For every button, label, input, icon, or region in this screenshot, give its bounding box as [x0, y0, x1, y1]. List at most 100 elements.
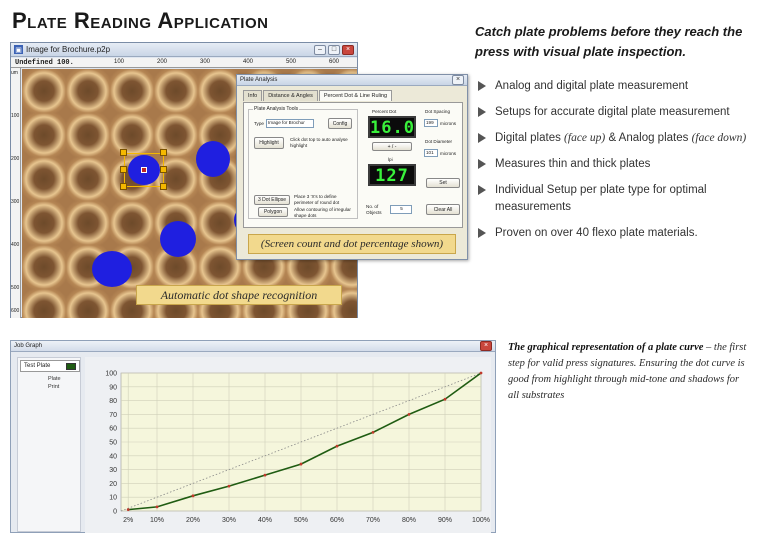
- close-icon[interactable]: ×: [452, 75, 464, 85]
- feature-text: Individual Setup per plate type for opti…: [495, 184, 707, 213]
- highlight-button[interactable]: Highlight: [254, 137, 284, 149]
- ruler-tick: 300: [11, 199, 20, 205]
- measured-dot[interactable]: [160, 221, 196, 257]
- analysis-tools-title: Plate Analysis Tools: [253, 106, 300, 112]
- measured-dot[interactable]: [196, 141, 230, 177]
- ruler-tick: 400: [11, 242, 20, 248]
- legend-plate: Plate: [48, 376, 61, 382]
- analysis-tabs: Info Distance & Angles Percent Dot & Lin…: [237, 86, 467, 101]
- ruler-label: Undefined 100.: [15, 59, 74, 67]
- close-icon[interactable]: ×: [480, 341, 492, 351]
- y-tick-label: 40: [109, 453, 117, 460]
- resize-handle[interactable]: [120, 149, 127, 156]
- y-tick-label: 70: [109, 412, 117, 419]
- dot-diameter-label: Dot Diameter: [425, 139, 453, 144]
- plate-analysis-titlebar[interactable]: Plate Analysis ×: [237, 75, 467, 86]
- y-tick-label: 0: [113, 509, 117, 516]
- x-tick-label: 60%: [330, 517, 344, 524]
- ruler-tick: 400: [243, 59, 254, 65]
- dot-spacing-field[interactable]: 199: [424, 119, 438, 127]
- x-tick-label: 100%: [472, 517, 490, 524]
- bullet-arrow-icon: [478, 185, 486, 195]
- dot-diameter-field[interactable]: 101: [424, 149, 438, 157]
- config-button[interactable]: Config: [328, 118, 352, 129]
- x-tick-label: 20%: [186, 517, 200, 524]
- x-tick-label: 30%: [222, 517, 236, 524]
- y-tick-label: 30: [109, 467, 117, 474]
- percent-dot-panel: Plate Analysis Tools Type Image for Broc…: [243, 102, 463, 228]
- dot-center-marker: [141, 167, 147, 173]
- y-tick-label: 20: [109, 481, 117, 488]
- image-window-titlebar[interactable]: ▣ Image for Brochure.p2p – □ ×: [11, 43, 357, 57]
- feature-text: & Analog plates: [605, 132, 692, 144]
- percent-dot-label: Percent Dot: [372, 109, 397, 114]
- measured-dot[interactable]: [92, 251, 132, 287]
- resize-handle[interactable]: [160, 149, 167, 156]
- image-window-title: Image for Brochure.p2p: [26, 45, 111, 54]
- x-tick-label: 40%: [258, 517, 272, 524]
- graph-caption-title: The graphical representation of a plate …: [508, 342, 704, 353]
- legend-panel: Test Plate Plate Print: [17, 357, 81, 532]
- resize-handle[interactable]: [120, 166, 127, 173]
- x-tick-label: 10%: [150, 517, 164, 524]
- tab-percent-dot[interactable]: Percent Dot & Line Ruling: [318, 90, 393, 101]
- highlight-help: Click dot top to auto analyse highlight: [290, 137, 348, 148]
- bullet-arrow-icon: [478, 228, 486, 238]
- data-point: [407, 413, 411, 416]
- bullet-arrow-icon: [478, 107, 486, 117]
- x-tick-label: 80%: [402, 517, 416, 524]
- set-button[interactable]: Set: [426, 178, 460, 188]
- objects-count-label: No. of Objects: [366, 204, 382, 215]
- feature-text: Measures thin and thick plates: [495, 158, 651, 170]
- ruler-tick: 200: [11, 156, 20, 162]
- left-ruler: um 100 200 300 400 500 600: [11, 68, 21, 318]
- type-label: Type: [254, 121, 264, 126]
- bullet-arrow-icon: [478, 133, 486, 143]
- ruler-tick: 100: [11, 113, 20, 119]
- tab-info[interactable]: Info: [243, 90, 263, 101]
- resize-handle[interactable]: [160, 183, 167, 190]
- close-icon[interactable]: ×: [342, 44, 354, 55]
- tagline: Catch plate problems before they reach t…: [475, 24, 743, 59]
- minimize-icon[interactable]: –: [314, 44, 326, 55]
- ruler-tick: 500: [11, 285, 20, 291]
- maximize-icon[interactable]: □: [328, 44, 340, 55]
- tab-distance-angles[interactable]: Distance & Angles: [263, 90, 318, 101]
- data-point: [443, 397, 447, 401]
- x-tick-label: 50%: [294, 517, 308, 524]
- app-icon: ▣: [14, 45, 23, 54]
- polygon-help: Allow contouring of irregular shape dots: [294, 207, 351, 218]
- ruler-tick: 100: [114, 59, 125, 65]
- legend-swatch: [66, 363, 76, 370]
- objects-count-field: 5: [390, 205, 412, 214]
- data-point: [299, 462, 303, 466]
- polygon-button[interactable]: Polygon: [258, 207, 288, 217]
- legend-entry[interactable]: Test Plate: [20, 360, 80, 372]
- feature-list: Analog and digital plate measurement Set…: [478, 78, 753, 242]
- data-point: [335, 444, 339, 448]
- plus-minus-button[interactable]: + / -: [372, 142, 412, 151]
- dot-spacing-unit: microns: [440, 121, 457, 126]
- feature-text-italic: (face down): [691, 132, 747, 144]
- clear-all-button[interactable]: Clear All: [426, 204, 460, 215]
- x-tick-label: 70%: [366, 517, 380, 524]
- data-point: [227, 484, 231, 488]
- plate-analysis-window: Plate Analysis × Info Distance & Angles …: [236, 74, 468, 260]
- feature-item: Digital plates (face up) & Analog plates…: [478, 130, 753, 147]
- legend-print: Print: [48, 384, 60, 390]
- page-title: Plate Reading Application: [12, 8, 269, 33]
- feature-item: Individual Setup per plate type for opti…: [478, 182, 753, 216]
- lpi-display: 127: [368, 164, 416, 186]
- resize-handle[interactable]: [160, 166, 167, 173]
- three-dot-ellipse-button[interactable]: 3 Dot Ellipse: [254, 195, 290, 205]
- job-graph-title: Job Graph: [14, 343, 43, 349]
- job-graph-titlebar[interactable]: Job Graph ×: [11, 341, 495, 352]
- ruler-unit: um: [11, 70, 18, 76]
- data-point: [126, 508, 130, 512]
- y-tick-label: 50: [109, 440, 117, 447]
- ruler-tick: 500: [286, 59, 297, 65]
- ruler-tick: 300: [200, 59, 211, 65]
- y-tick-label: 100: [105, 371, 117, 378]
- type-select[interactable]: Image for Brochur: [266, 119, 314, 128]
- resize-handle[interactable]: [120, 183, 127, 190]
